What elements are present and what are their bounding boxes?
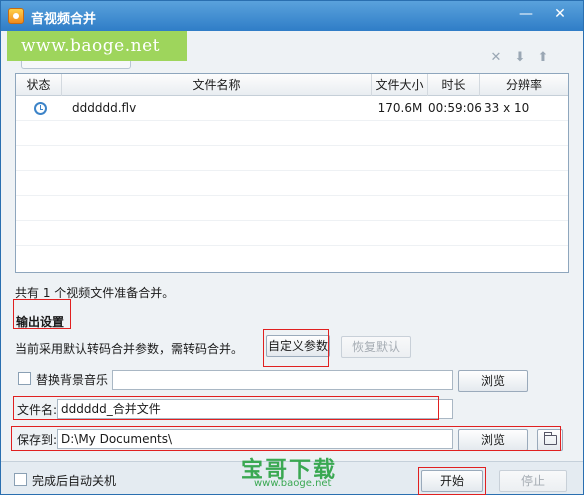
column-header-name[interactable]: 文件名称 — [62, 74, 372, 96]
highlight-box — [13, 396, 439, 420]
output-description: 当前采用默认转码合并参数，需转码合并。 — [15, 342, 244, 356]
move-up-icon[interactable]: ⬆ — [535, 50, 551, 66]
highlight-box — [13, 299, 71, 329]
replace-music-label: 替换背景音乐 — [36, 373, 109, 387]
duration-cell: 00:59:06 — [428, 101, 482, 115]
clock-icon — [34, 102, 47, 115]
file-name-cell: dddddd.flv — [72, 101, 137, 115]
empty-row — [16, 121, 568, 146]
column-header-duration[interactable]: 时长 — [428, 74, 480, 96]
empty-row — [16, 221, 568, 246]
minimize-button[interactable]: — — [515, 4, 537, 24]
watermark-banner: www.baoge.net — [7, 31, 187, 61]
column-header-size[interactable]: 文件大小 — [372, 74, 428, 96]
empty-row — [16, 146, 568, 171]
column-header-resolution[interactable]: 分辨率 — [480, 74, 568, 96]
auto-shutdown-checkbox[interactable] — [14, 473, 27, 486]
auto-shutdown-label: 完成后自动关机 — [32, 474, 117, 488]
move-down-icon[interactable]: ⬇ — [512, 50, 528, 66]
column-header-status[interactable]: 状态 — [16, 74, 62, 96]
status-cell — [16, 96, 62, 121]
highlight-box — [11, 426, 561, 451]
table-header: 状态 文件名称 文件大小 时长 分辨率 — [16, 74, 568, 96]
resolution-cell: 33 x 10 — [484, 101, 530, 115]
highlight-box — [418, 467, 486, 495]
delete-icon[interactable]: ✕ — [488, 50, 504, 66]
file-size-cell: 170.6M — [377, 101, 423, 115]
restore-default-button[interactable]: 恢复默认 — [341, 336, 411, 358]
stop-button[interactable]: 停止 — [499, 470, 567, 492]
watermark-brand-url: www.baoge.net — [254, 478, 332, 489]
empty-row — [16, 196, 568, 221]
highlight-box — [263, 329, 329, 367]
browse-music-button[interactable]: 浏览 — [458, 370, 528, 392]
close-button[interactable]: ✕ — [549, 4, 571, 24]
title-bar[interactable]: 音视频合并 — ✕ — [1, 1, 583, 31]
window-title: 音视频合并 — [31, 12, 97, 27]
table-row[interactable]: dddddd.flv 170.6M 00:59:06 33 x 10 — [16, 96, 568, 121]
merge-window: 音视频合并 — ✕ www.baoge.net ✕ ⬇ ⬆ 状态 文件名称 文件… — [0, 0, 584, 495]
empty-row — [16, 171, 568, 196]
file-table: 状态 文件名称 文件大小 时长 分辨率 dddddd.flv 170.6M 00… — [15, 73, 569, 273]
replace-music-checkbox[interactable] — [18, 372, 31, 385]
music-path-input[interactable] — [112, 370, 453, 390]
app-icon — [8, 8, 24, 24]
